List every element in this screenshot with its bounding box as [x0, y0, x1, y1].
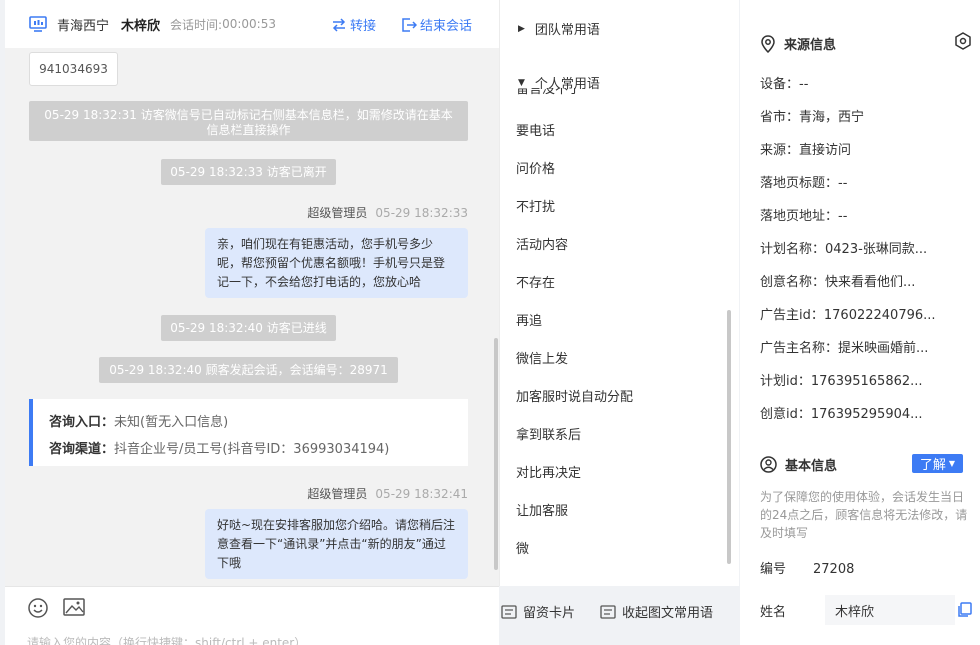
image-icon[interactable]: [63, 597, 85, 617]
visitor-id-label: 编号: [760, 562, 787, 577]
source-row-advertiser-id: 广告主id：176022240796...: [760, 308, 936, 323]
emoji-icon[interactable]: [27, 597, 49, 619]
card-icon: [501, 604, 517, 619]
phrase-item[interactable]: 微: [516, 538, 529, 557]
transfer-icon: [332, 17, 346, 32]
agent-message-bubble: 亲，咱们现在有钜惠活动，您手机号多少呢，帮您预留个优惠名额哦！手机号只是登记一下…: [205, 228, 468, 298]
source-row-creative-name: 创意名称：快来看看他们...: [760, 275, 916, 290]
phrase-item[interactable]: 拿到联系后: [516, 424, 581, 443]
session-time: 00:00:53: [222, 17, 276, 31]
lead-card-label: 留资卡片: [523, 606, 576, 621]
visitor-id-value: 27208: [813, 562, 855, 577]
message-input-placeholder[interactable]: 请输入您的内容（换行快捷键：shift/ctrl + enter）: [27, 634, 306, 645]
source-row-landing-url: 落地页地址：--: [760, 209, 848, 224]
consult-info-card: 咨询入口：未知(暂无入口信息) 咨询渠道：抖音企业号/员工号(抖音号ID：369…: [29, 399, 468, 466]
chat-input-area: 留资卡片 请输入您的内容（换行快捷键：shift/ctrl + enter）: [5, 586, 575, 645]
phrase-item[interactable]: 问价格: [516, 158, 555, 177]
visitor-name: 木梓欣: [121, 18, 161, 34]
message-sender: 超级管理员 05-29 18:32:41: [205, 485, 468, 502]
visitor-name-row: 姓名: [760, 595, 975, 625]
caret-down-icon: ▼: [518, 77, 525, 88]
phrase-item[interactable]: 对比再决定: [516, 462, 581, 481]
visitor-location: 青海西宁: [57, 18, 110, 34]
end-session-label: 结束会话: [420, 19, 473, 34]
message-list[interactable]: 941034693 05-29 18:32:31 访客微信号已自动标记右侧基本信…: [5, 48, 499, 586]
system-message: 05-29 18:32:40 顾客发起会话，会话编号：28971: [99, 357, 398, 383]
phrase-item[interactable]: 留言没不了: [516, 88, 581, 96]
collapse-phrases-label: 收起图文常用语: [622, 606, 714, 621]
agent-message-bubble: 好哒~现在安排客服加您介绍哈。请您稍后注意查看一下“通讯录”并点击“新的朋友”通…: [205, 509, 468, 579]
source-row-province: 省市：青海，西宁: [760, 110, 865, 125]
phrases-panel: ▶ 团队常用语 ▼ 个人常用语 留言没不了 要电话 问价格 不打扰 活动内容 不…: [499, 0, 739, 586]
transfer-button[interactable]: 转接: [331, 15, 376, 34]
consult-channel-value: 抖音企业号/员工号(抖音号ID：36993034194): [114, 442, 390, 457]
lead-card-button[interactable]: 留资卡片: [501, 602, 575, 621]
visitor-id-row: 编号 27208: [760, 558, 854, 577]
consult-entry-label: 咨询入口：: [49, 415, 115, 430]
list-icon: [600, 604, 616, 619]
message-time: 05-29 18:32:33: [375, 206, 468, 220]
phrase-item[interactable]: 要电话: [516, 120, 555, 139]
phrase-item[interactable]: 活动内容: [516, 234, 568, 253]
system-message: 05-29 18:32:33 访客已离开: [161, 159, 336, 185]
phrases-scrollbar[interactable]: [727, 310, 731, 564]
collapse-phrases-button[interactable]: 收起图文常用语: [600, 602, 713, 621]
transfer-label: 转接: [350, 19, 377, 34]
chat-scrollbar[interactable]: [494, 338, 498, 570]
phrase-item[interactable]: 不存在: [516, 272, 555, 291]
user-circle-icon: [760, 456, 777, 473]
visitor-info-panel: 来源信息 设备：-- 省市：青海，西宁 来源：直接访问 落地页标题：-- 落地页…: [740, 0, 980, 645]
source-row-landing-title: 落地页标题：--: [760, 176, 848, 191]
eye-settings-icon[interactable]: [954, 32, 972, 50]
sender-name: 超级管理员: [307, 206, 368, 220]
source-info-title: 来源信息: [760, 34, 836, 53]
consult-entry-value: 未知(暂无入口信息): [114, 415, 229, 430]
phone-card: 941034693: [29, 52, 118, 86]
visitor-name-input[interactable]: [825, 595, 955, 625]
sender-name: 超级管理员: [307, 487, 368, 501]
system-message: 05-29 18:32:31 访客微信号已自动标记右侧基本信息栏，如需修改请在基…: [29, 101, 468, 141]
source-row-plan-id: 计划id：176395165862...: [760, 374, 923, 389]
phrase-item[interactable]: 再追: [516, 310, 542, 329]
message-sender: 超级管理员 05-29 18:32:33: [205, 204, 468, 221]
source-row-device: 设备：--: [760, 77, 809, 92]
phrase-item[interactable]: 让加客服: [516, 500, 568, 519]
system-message: 05-29 18:32:40 访客已进线: [161, 315, 336, 341]
source-row-plan-name: 计划名称：0423-张琳同款...: [760, 242, 928, 257]
chat-header: 青海西宁 木梓欣 会话时间: 00:00:53 转接 结束会话: [5, 0, 499, 48]
end-session-button[interactable]: 结束会话: [401, 15, 472, 34]
message-time: 05-29 18:32:41: [375, 487, 468, 501]
visitor-name-label: 姓名: [760, 604, 787, 620]
basic-info-notice: 为了保障您的使用体验，会话发生当日的24点之后，顾客信息将无法修改，请及时填写: [760, 490, 968, 540]
team-phrases-group[interactable]: ▶ 团队常用语: [518, 19, 600, 38]
session-time-label: 会话时间:: [170, 17, 223, 32]
location-pin-icon: [761, 34, 775, 53]
source-row-creative-id: 创意id：176395295904...: [760, 407, 923, 422]
source-row-source: 来源：直接访问: [760, 143, 852, 158]
learn-more-dropdown[interactable]: 了解 ▼: [912, 454, 963, 473]
team-phrases-label: 团队常用语: [534, 23, 600, 38]
phrase-item[interactable]: 微信上发: [516, 348, 568, 367]
monitor-icon: [29, 16, 47, 32]
basic-info-title: 基本信息: [760, 455, 837, 474]
consult-channel-row: 咨询渠道：抖音企业号/员工号(抖音号ID：36993034194): [49, 436, 452, 463]
copy-icon[interactable]: [957, 602, 972, 618]
consult-entry-row: 咨询入口：未知(暂无入口信息): [49, 409, 452, 436]
phrase-item[interactable]: 不打扰: [516, 196, 555, 215]
caret-down-icon: ▼: [948, 459, 956, 468]
consult-channel-label: 咨询渠道：: [49, 442, 115, 457]
phrase-item[interactable]: 加客服时说自动分配: [516, 386, 633, 405]
source-row-advertiser-name: 广告主名称：提米映画婚前...: [760, 341, 929, 356]
caret-right-icon: ▶: [518, 23, 525, 34]
chat-panel: 青海西宁 木梓欣 会话时间: 00:00:53 转接 结束会话 94103469…: [5, 0, 575, 645]
exit-icon: [402, 17, 417, 32]
